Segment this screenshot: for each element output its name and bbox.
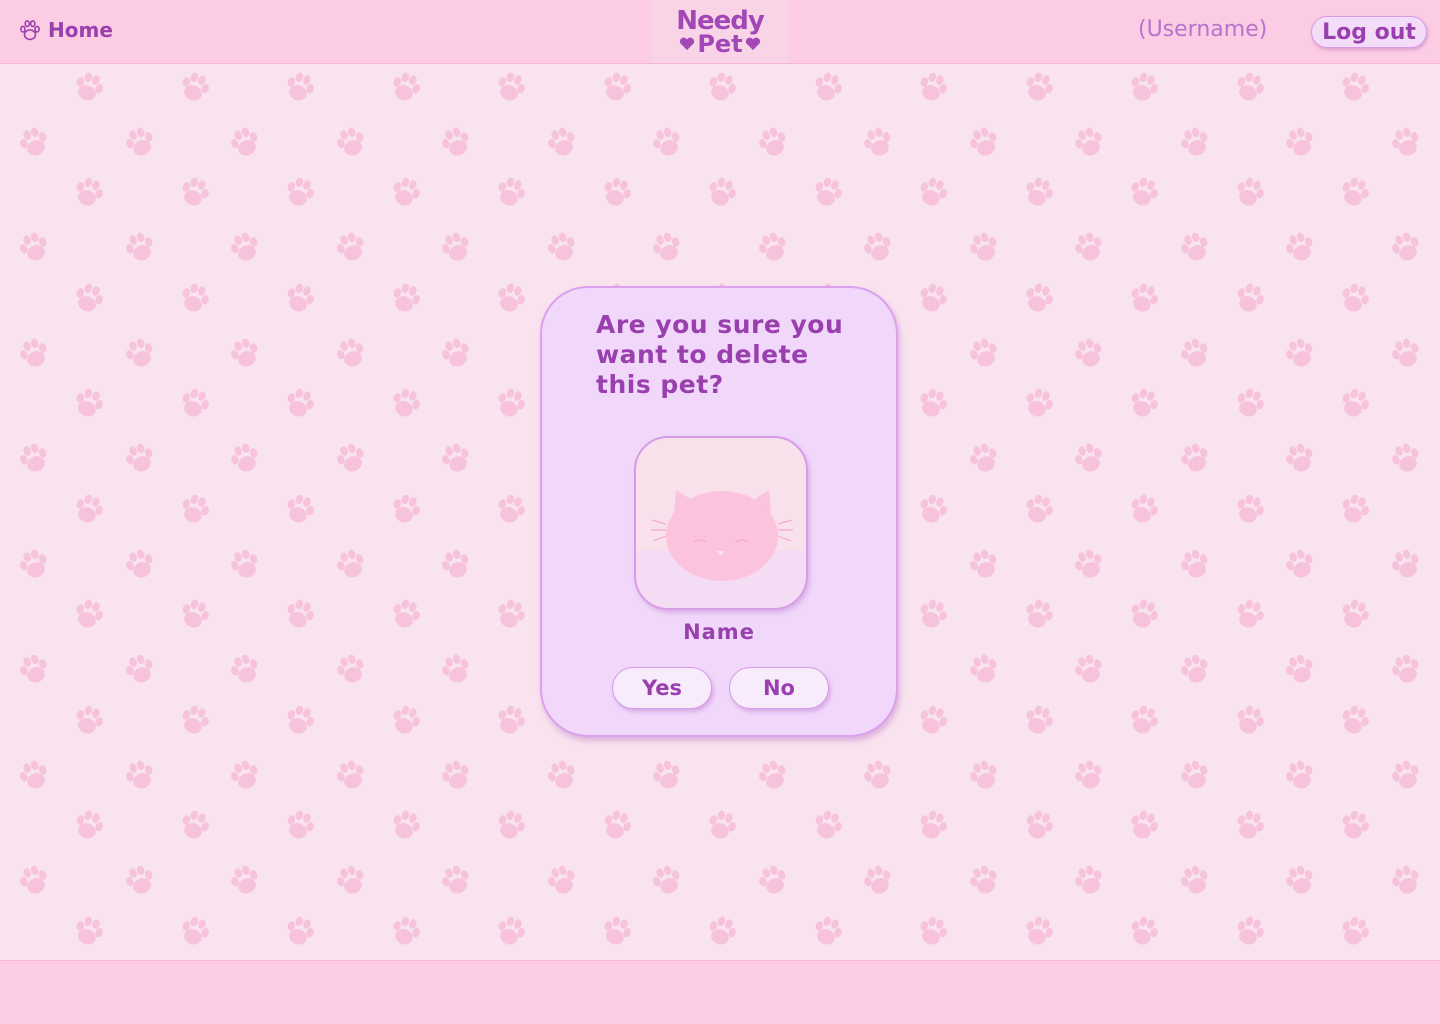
pet-name-label: Name: [683, 620, 755, 644]
home-label: Home: [48, 18, 113, 42]
top-navbar: Home Needy Pet (Username) Log out: [0, 0, 1440, 64]
cat-face-icon: [651, 490, 793, 581]
yes-button[interactable]: Yes: [612, 667, 712, 709]
delete-confirmation-question: Are you sure you want to delete this pet…: [596, 310, 844, 399]
needy-pet-logo[interactable]: Needy Pet: [652, 0, 788, 63]
heart-icon: [680, 37, 695, 50]
home-link[interactable]: Home: [18, 18, 113, 42]
no-button[interactable]: No: [729, 667, 829, 709]
heart-icon: [745, 37, 760, 50]
logo-line-pet: Pet: [652, 32, 788, 56]
logout-button[interactable]: Log out: [1311, 16, 1427, 48]
username-label: (Username): [1138, 17, 1268, 42]
pet-avatar: [634, 436, 808, 610]
logo-word-pet: Pet: [697, 30, 743, 58]
footer-bar: [0, 960, 1440, 1024]
delete-pet-dialog: Are you sure you want to delete this pet…: [540, 286, 898, 737]
paw-icon: [20, 20, 40, 41]
